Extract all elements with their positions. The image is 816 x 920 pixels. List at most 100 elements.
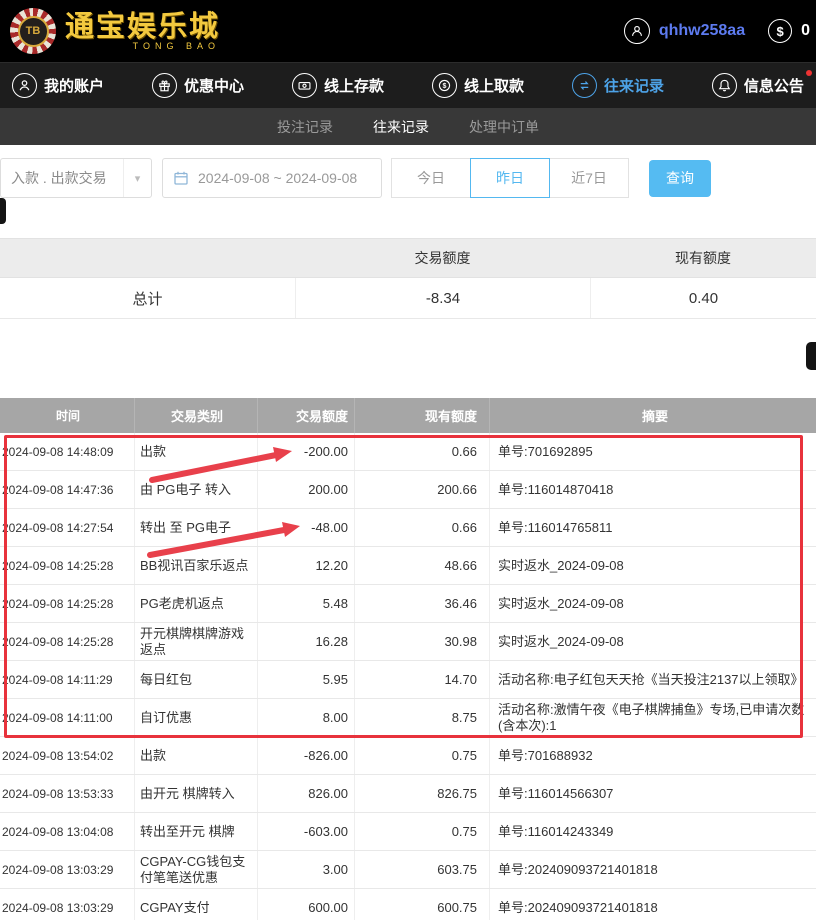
cell-note: 实时返水_2024-09-08 <box>490 623 816 660</box>
cell-type: 由开元 棋牌转入 <box>135 775 258 812</box>
column-header: 现有额度 <box>355 398 490 433</box>
records-table: 时间交易类别交易额度现有额度摘要 2024-09-08 14:48:09 出款 -2… <box>0 398 816 920</box>
cell-type: 转出 至 PG电子 <box>135 509 258 546</box>
cell-balance: 48.66 <box>355 547 490 584</box>
cell-type: 出款 <box>135 737 258 774</box>
right-edge-widget[interactable] <box>806 342 816 370</box>
cell-note: 活动名称:电子红包天天抢《当天投注2137以上领取》 <box>490 661 816 698</box>
transaction-type-select[interactable]: 入款 . 出款交易 ▾ <box>0 158 152 198</box>
table-row: 2024-09-08 13:53:33由开元 棋牌转入826.00826.75单… <box>0 775 816 813</box>
records-table-head: 时间交易类别交易额度现有额度摘要 <box>0 398 816 433</box>
table-row: 2024-09-08 13:03:29CGPAY-CG钱包支付笔笔送优惠3.00… <box>0 851 816 889</box>
cell-time: 2024-09-08 14:25:28 <box>0 547 135 584</box>
user-avatar-icon <box>624 18 650 44</box>
cell-type: 开元棋牌棋牌游戏返点 <box>135 623 258 660</box>
nav-label: 我的账户 <box>44 75 104 96</box>
chip-label: TB <box>18 16 49 47</box>
cell-type: 转出至开元 棋牌 <box>135 813 258 850</box>
cell-note: 单号:116014870418 <box>490 471 816 508</box>
cell-note: 单号:202409093721401818 <box>490 851 816 888</box>
quick-range-last7days[interactable]: 近7日 <box>549 158 629 198</box>
withdraw-icon: $ <box>432 73 457 98</box>
cell-time: 2024-09-08 13:04:08 <box>0 813 135 850</box>
cell-note: 实时返水_2024-09-08 <box>490 547 816 584</box>
select-value: 入款 . 出款交易 <box>11 168 107 188</box>
quick-range-today[interactable]: 今日 <box>391 158 471 198</box>
site-logo[interactable]: TB 通宝娱乐城 TONG BAO <box>10 8 220 54</box>
tab-pending-orders[interactable]: 处理中订单 <box>469 117 539 137</box>
column-header: 摘要 <box>490 398 816 433</box>
summary-total-row: 总计 -8.34 0.40 <box>0 278 816 319</box>
cell-balance: 0.66 <box>355 433 490 470</box>
cell-type: CGPAY-CG钱包支付笔笔送优惠 <box>135 851 258 888</box>
top-header: TB 通宝娱乐城 TONG BAO qhhw258aa $ 0 <box>0 0 816 62</box>
nav-item-records[interactable]: 往来记录 <box>572 73 664 98</box>
transfer-records-icon <box>572 73 597 98</box>
column-header: 交易类别 <box>135 398 258 433</box>
table-row: 2024-09-08 14:27:54转出 至 PG电子-48.000.66单号… <box>0 509 816 547</box>
quick-range-group: 今日 昨日 近7日 <box>392 158 629 198</box>
tab-bet-records[interactable]: 投注记录 <box>277 117 333 137</box>
cell-balance: 8.75 <box>355 699 490 736</box>
cell-balance: 30.98 <box>355 623 490 660</box>
cell-time: 2024-09-08 14:48:09 <box>0 433 135 470</box>
table-row: 2024-09-08 14:11:00自订优惠8.008.75活动名称:激情午夜… <box>0 699 816 737</box>
cell-type: 每日红包 <box>135 661 258 698</box>
cell-balance: 600.75 <box>355 889 490 920</box>
user-icon <box>12 73 37 98</box>
calendar-icon <box>173 170 189 186</box>
nav-item-withdraw[interactable]: $ 线上取款 <box>432 73 524 98</box>
tab-transaction-records[interactable]: 往来记录 <box>373 117 429 137</box>
nav-label: 线上存款 <box>324 75 384 96</box>
page: TB 通宝娱乐城 TONG BAO qhhw258aa $ 0 我的账户 <box>0 0 816 920</box>
nav-label: 往来记录 <box>604 75 664 96</box>
cell-type: CGPAY支付 <box>135 889 258 920</box>
nav-item-announcements[interactable]: 信息公告 <box>712 73 804 98</box>
cell-amount: 826.00 <box>258 775 355 812</box>
bell-icon <box>712 73 737 98</box>
cell-amount: -48.00 <box>258 509 355 546</box>
username-link[interactable]: qhhw258aa <box>659 22 745 40</box>
cell-amount: 5.95 <box>258 661 355 698</box>
summary-header-amount: 交易额度 <box>295 239 590 277</box>
cell-time: 2024-09-08 14:27:54 <box>0 509 135 546</box>
summary-total-label: 总计 <box>0 288 295 309</box>
gift-icon <box>152 73 177 98</box>
cell-balance: 36.46 <box>355 585 490 622</box>
cell-amount: 12.20 <box>258 547 355 584</box>
column-header: 交易额度 <box>258 398 355 433</box>
balance-value: 0 <box>801 22 810 40</box>
table-row: 2024-09-08 14:25:28开元棋牌棋牌游戏返点16.2830.98实… <box>0 623 816 661</box>
search-button[interactable]: 查询 <box>649 160 711 197</box>
cell-note: 单号:701692895 <box>490 433 816 470</box>
nav-label: 信息公告 <box>744 75 804 96</box>
nav-item-deposit[interactable]: 线上存款 <box>292 73 384 98</box>
sub-nav: 投注记录 往来记录 处理中订单 <box>0 108 816 145</box>
left-edge-widget[interactable] <box>0 198 6 224</box>
cell-time: 2024-09-08 14:25:28 <box>0 623 135 660</box>
cell-time: 2024-09-08 13:53:33 <box>0 775 135 812</box>
table-row: 2024-09-08 13:54:02出款-826.000.75单号:70168… <box>0 737 816 775</box>
cell-time: 2024-09-08 14:11:29 <box>0 661 135 698</box>
nav-item-promotions[interactable]: 优惠中心 <box>152 73 244 98</box>
cell-note: 实时返水_2024-09-08 <box>490 585 816 622</box>
summary-header-row: 交易额度 现有额度 <box>0 238 816 278</box>
nav-item-my-account[interactable]: 我的账户 <box>12 73 104 98</box>
cell-time: 2024-09-08 13:03:29 <box>0 851 135 888</box>
records-table-body: 2024-09-08 14:48:09 出款 -200.000.66单号:70169… <box>0 433 816 920</box>
cell-amount: -603.00 <box>258 813 355 850</box>
date-range-value: 2024-09-08 ~ 2024-09-08 <box>198 170 357 186</box>
summary-header-balance: 现有额度 <box>590 239 816 277</box>
deposit-icon <box>292 73 317 98</box>
main-nav: 我的账户 优惠中心 线上存款 $ 线上取款 往来记录 <box>0 62 816 108</box>
nav-label: 线上取款 <box>464 75 524 96</box>
cell-note: 活动名称:激情午夜《电子棋牌捕鱼》专场,已申请次数(含本次):1 <box>490 699 816 736</box>
quick-range-yesterday[interactable]: 昨日 <box>470 158 550 198</box>
summary-table: 交易额度 现有额度 总计 -8.34 0.40 <box>0 238 816 319</box>
table-row: 2024-09-08 14:25:28BB视讯百家乐返点12.2048.66实时… <box>0 547 816 585</box>
cell-type: BB视讯百家乐返点 <box>135 547 258 584</box>
cell-amount: -200.00 <box>258 433 355 470</box>
table-row: 2024-09-08 14:48:09出款-200.000.66单号:70169… <box>0 433 816 471</box>
date-range-picker[interactable]: 2024-09-08 ~ 2024-09-08 <box>162 158 382 198</box>
cell-time: 2024-09-08 13:54:02 <box>0 737 135 774</box>
